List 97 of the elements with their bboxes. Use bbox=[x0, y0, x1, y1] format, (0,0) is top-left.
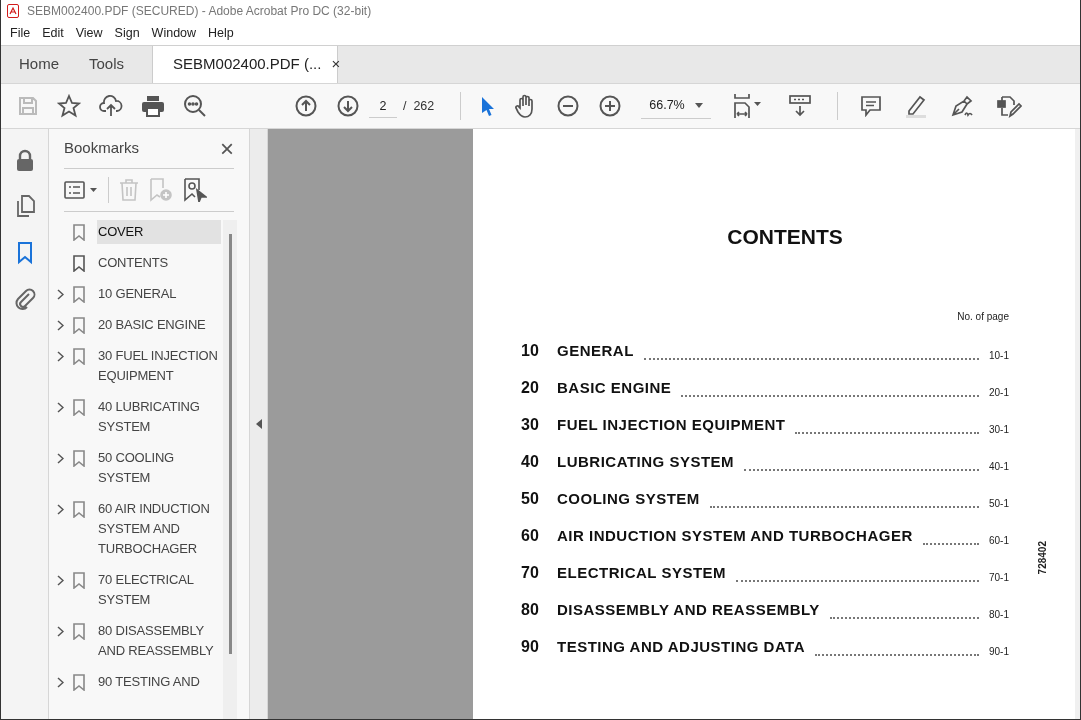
section-number: 80 bbox=[521, 599, 540, 620]
section-number: 20 bbox=[521, 377, 540, 398]
section-number: 10 bbox=[521, 340, 540, 361]
close-tab-button[interactable]: × bbox=[331, 53, 341, 76]
window-title: SEBM002400.PDF (SECURED) - Adobe Acrobat Pro DC (32-bit) bbox=[27, 3, 372, 20]
section-number: 40 bbox=[521, 451, 540, 472]
page-number-field[interactable]: 2 bbox=[369, 94, 397, 118]
edit-document-icon[interactable] bbox=[996, 94, 1023, 118]
section-title: ELECTRICAL SYSTEM bbox=[557, 563, 727, 583]
bookmark-icon bbox=[73, 223, 85, 241]
bookmark-item[interactable]: 60 AIR INDUCTION SYSTEM AND TURBOCHAGER bbox=[97, 497, 221, 561]
caret-icon bbox=[695, 103, 704, 108]
close-button[interactable]: × bbox=[220, 136, 234, 161]
print-icon[interactable] bbox=[141, 95, 165, 117]
bookmark-icon bbox=[73, 571, 85, 589]
section-number: 50 bbox=[521, 488, 540, 509]
section-number: 90 bbox=[521, 636, 540, 657]
section-number: 30 bbox=[521, 414, 540, 435]
panel-title: Bookmarks bbox=[64, 138, 140, 159]
bookmark-icon bbox=[73, 347, 85, 365]
highlighter-icon[interactable] bbox=[904, 94, 929, 118]
bookmark-item[interactable]: 70 ELECTRICAL SYSTEM bbox=[97, 568, 221, 612]
section-number: 70 bbox=[521, 562, 540, 583]
scroll-mode-icon[interactable] bbox=[789, 95, 812, 117]
bookmark-icon bbox=[73, 449, 85, 467]
page-number: 90-1 bbox=[989, 644, 1009, 659]
bookmark-item[interactable]: 30 FUEL INJECTION EQUIPMENT bbox=[97, 344, 221, 388]
page-number: 60-1 bbox=[989, 533, 1009, 548]
chevron-right-icon[interactable] bbox=[57, 452, 64, 464]
section-title: COOLING SYSTEM bbox=[557, 489, 700, 509]
bookmark-icon bbox=[73, 254, 85, 272]
chevron-right-icon[interactable] bbox=[57, 676, 64, 688]
menu-item[interactable]: Sign bbox=[108, 24, 146, 43]
zoom-dropdown[interactable]: 66.7% bbox=[641, 93, 712, 119]
bookmark-icon bbox=[73, 500, 85, 518]
bookmark-icon bbox=[73, 398, 85, 416]
bookmark-item[interactable]: 90 TESTING AND bbox=[97, 670, 221, 694]
zoom-out-icon[interactable] bbox=[557, 95, 580, 117]
chevron-right-icon[interactable] bbox=[57, 288, 64, 300]
section-title: TESTING AND ADJUSTING DATA bbox=[557, 637, 805, 657]
page-number: 10-1 bbox=[989, 348, 1009, 363]
page-number: 30-1 bbox=[989, 422, 1009, 437]
comment-icon[interactable] bbox=[860, 95, 883, 117]
chevron-right-icon[interactable] bbox=[57, 319, 64, 331]
chevron-right-icon[interactable] bbox=[57, 350, 64, 362]
bookmark-item[interactable]: 10 GENERAL bbox=[97, 282, 221, 306]
chevron-right-icon[interactable] bbox=[57, 503, 64, 515]
collapse-panel-icon[interactable] bbox=[255, 419, 262, 429]
chevron-right-icon[interactable] bbox=[57, 574, 64, 586]
page-number: 50-1 bbox=[989, 496, 1009, 511]
cloud-upload-icon[interactable] bbox=[99, 95, 123, 117]
bookmark-item[interactable]: 80 DISASSEMBLY AND REASSEMBLY bbox=[97, 619, 221, 663]
page-count: / 262 bbox=[403, 97, 435, 115]
bookmark-icon bbox=[73, 316, 85, 334]
section-title: AIR INDUCTION SYSTEM AND TURBOCHAGER bbox=[557, 526, 913, 546]
pdf-app-icon bbox=[7, 4, 19, 18]
page-number: 40-1 bbox=[989, 459, 1009, 474]
page-number: 70-1 bbox=[989, 570, 1009, 585]
chevron-right-icon[interactable] bbox=[57, 401, 64, 413]
options-menu-icon[interactable] bbox=[64, 181, 98, 199]
bookmark-icon bbox=[73, 673, 85, 691]
previous-page-icon[interactable] bbox=[295, 95, 317, 117]
bookmark-icon bbox=[73, 285, 85, 303]
zoom-in-icon[interactable] bbox=[599, 95, 622, 117]
bookmark-icon bbox=[73, 622, 85, 640]
bookmark-item[interactable]: 20 BASIC ENGINE bbox=[97, 313, 221, 337]
menu-item[interactable]: File bbox=[4, 24, 37, 43]
cursor-icon[interactable] bbox=[481, 96, 496, 116]
document-tab[interactable]: SEBM002400.PDF (... × bbox=[152, 46, 339, 83]
bookmark-item[interactable]: 50 COOLING SYSTEM bbox=[97, 446, 221, 490]
search-icon[interactable] bbox=[183, 94, 207, 118]
scrollbar-thumb[interactable] bbox=[228, 234, 232, 654]
side-code: 728402 bbox=[1036, 541, 1049, 575]
pen-sign-icon[interactable] bbox=[950, 94, 975, 118]
chevron-right-icon[interactable] bbox=[57, 625, 64, 637]
section-number: 60 bbox=[521, 525, 540, 546]
page-fit-icon[interactable] bbox=[733, 93, 764, 119]
bookmark-item[interactable]: 40 LUBRICATING SYSTEM bbox=[97, 395, 221, 439]
page-number: 80-1 bbox=[989, 607, 1009, 622]
menu-item[interactable]: Edit bbox=[36, 24, 70, 43]
bookmark-item[interactable]: CONTENTS bbox=[97, 251, 221, 275]
column-label: No. of page bbox=[957, 309, 1009, 324]
next-page-icon[interactable] bbox=[337, 95, 359, 117]
section-title: GENERAL bbox=[557, 341, 634, 361]
menu-item[interactable]: Window bbox=[145, 24, 203, 43]
section-title: FUEL INJECTION EQUIPMENT bbox=[557, 415, 786, 435]
bookmark-cursor-icon[interactable] bbox=[183, 178, 207, 202]
section-title: LUBRICATING SYSTEM bbox=[557, 452, 735, 472]
section-title: BASIC ENGINE bbox=[557, 378, 672, 398]
bookmark-item[interactable]: COVER bbox=[97, 220, 221, 244]
document-heading: CONTENTS bbox=[726, 224, 844, 250]
menu-item[interactable]: Help bbox=[202, 24, 240, 43]
paperclip-icon[interactable] bbox=[13, 287, 36, 311]
page-number: 20-1 bbox=[989, 385, 1009, 400]
star-icon[interactable] bbox=[57, 94, 81, 118]
section-title: DISASSEMBLY AND REASSEMBLY bbox=[557, 600, 820, 620]
menu-item[interactable]: View bbox=[69, 24, 109, 43]
